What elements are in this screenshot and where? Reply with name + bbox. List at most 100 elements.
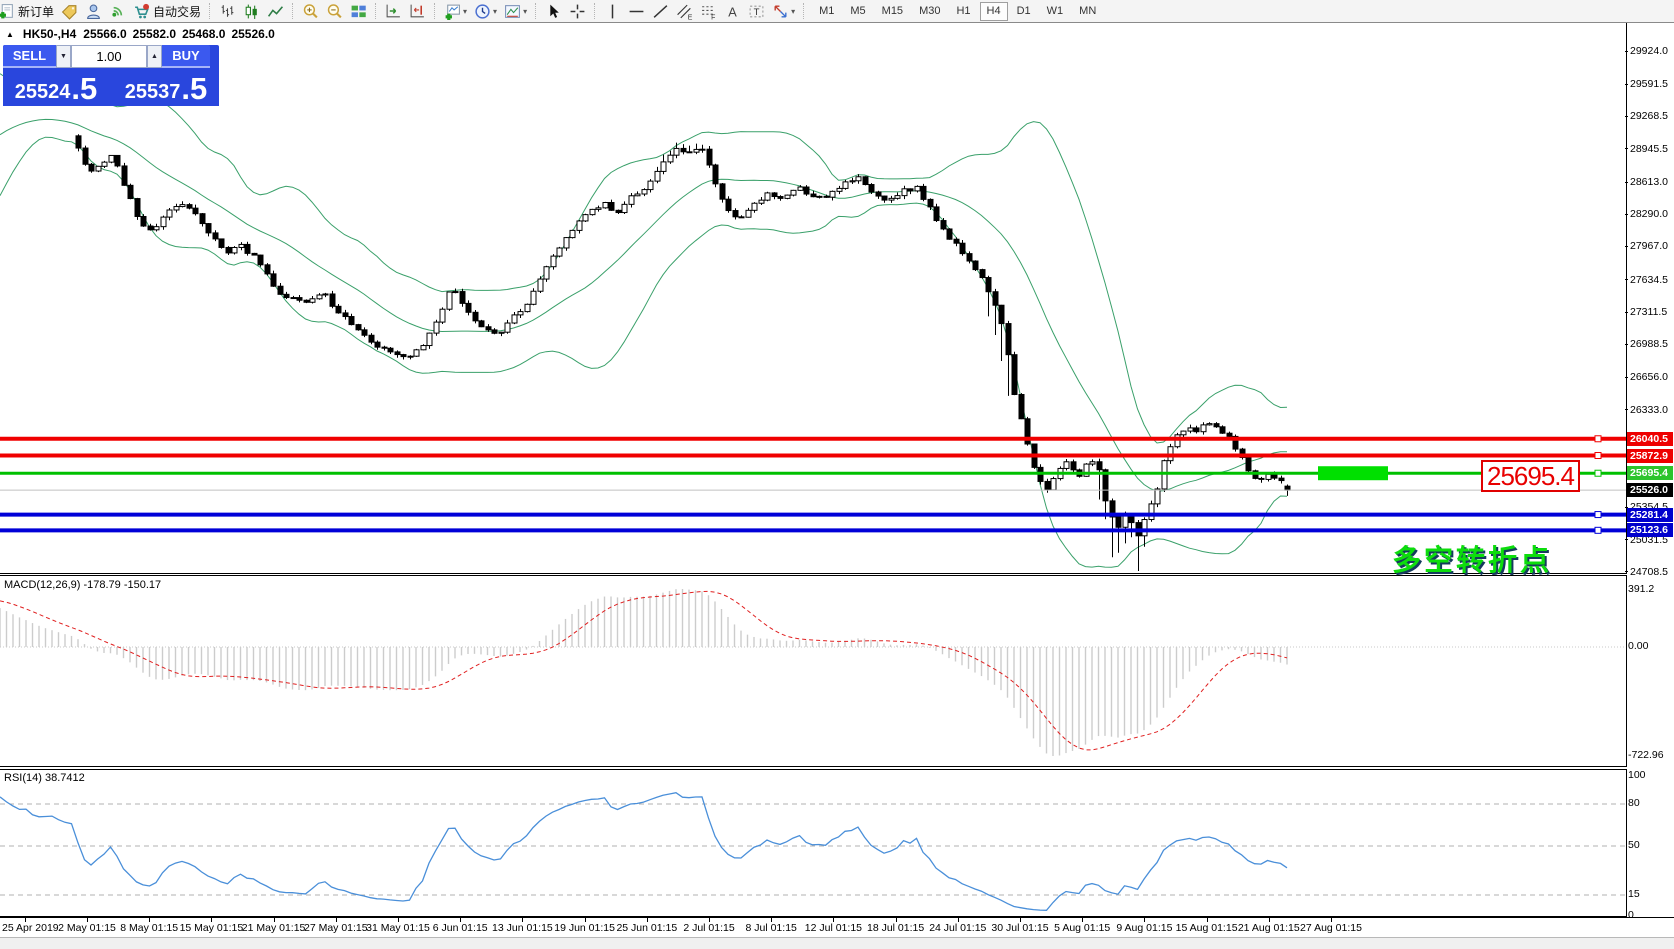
expert-advisor-button[interactable] — [82, 1, 105, 21]
equidistant-channel-button[interactable]: E — [673, 1, 696, 21]
trendline-icon — [652, 3, 669, 20]
zoom-in-button[interactable] — [299, 1, 322, 21]
text-label-button[interactable]: T — [745, 1, 768, 21]
zoom-out-button[interactable] — [323, 1, 346, 21]
timeframe-mn[interactable]: MN — [1072, 2, 1103, 21]
candle-body — [642, 190, 647, 194]
candlestick-chart-button[interactable] — [240, 1, 263, 21]
turning-point-annotation[interactable]: 多空转折点 — [1392, 537, 1552, 579]
line-chart-button[interactable] — [264, 1, 287, 21]
date-axis-label: 25 Apr 2019 — [2, 922, 59, 934]
candle-body — [349, 317, 354, 325]
line-anchor-marker[interactable] — [1595, 453, 1601, 459]
fibonacci-button[interactable]: F — [697, 1, 720, 21]
zoom-out-icon — [326, 3, 343, 20]
horizontal-price-lines[interactable] — [0, 439, 1626, 531]
timeframe-m15[interactable]: M15 — [875, 2, 910, 21]
cursor-button[interactable] — [542, 1, 565, 21]
volume-up-button[interactable]: ▲ — [147, 45, 162, 68]
sell-price-panel[interactable]: 25524 .5 — [3, 68, 109, 106]
macd-pane[interactable] — [0, 575, 1627, 767]
volume-input[interactable] — [71, 45, 147, 68]
new-order-button[interactable]: 新订单 — [0, 1, 57, 21]
timeframe-h4[interactable]: H4 — [980, 2, 1008, 21]
autotrading-button[interactable]: 自动交易 — [130, 1, 204, 21]
toolbar-separator — [209, 3, 211, 19]
timeframe-w1[interactable]: W1 — [1040, 2, 1071, 21]
macd-axis-label: 0.00 — [1628, 640, 1648, 652]
equidistant-channel-icon: E — [676, 3, 693, 20]
candle-body — [850, 181, 855, 182]
candle-body — [785, 195, 790, 198]
candle-body — [109, 155, 114, 162]
horizontal-line-button[interactable] — [625, 1, 648, 21]
candle-body — [375, 342, 380, 347]
candle-body — [1006, 324, 1011, 355]
price-annotation-box[interactable]: 25695.4 — [1481, 460, 1580, 492]
text-button[interactable]: A — [721, 1, 744, 21]
price-axis-tick: 28290.0 — [1628, 208, 1668, 220]
candle-body — [668, 155, 673, 162]
trendline-button[interactable] — [649, 1, 672, 21]
candle-body — [544, 267, 549, 279]
toolbar-separator — [594, 3, 596, 19]
volume-down-button[interactable]: ▼ — [56, 45, 71, 68]
price-tag-button[interactable] — [58, 1, 81, 21]
candle-body — [382, 347, 387, 348]
candle-body — [486, 327, 491, 330]
candle-body — [239, 244, 244, 247]
crosshair-button[interactable] — [566, 1, 589, 21]
date-axis-label: 21 Aug 01:15 — [1238, 922, 1300, 934]
timeframe-h1[interactable]: H1 — [949, 2, 977, 21]
auto-scroll-icon — [385, 3, 402, 20]
main-chart-pane[interactable] — [0, 23, 1627, 574]
line-anchor-marker[interactable] — [1595, 512, 1601, 518]
candle-body — [967, 254, 972, 261]
indicators-button[interactable]: ▾ — [441, 1, 470, 21]
timeframe-m1[interactable]: M1 — [812, 2, 841, 21]
candlestick-chart-icon — [243, 3, 260, 20]
candle-body — [141, 216, 146, 226]
signal-button[interactable] — [106, 1, 129, 21]
buy-price-panel[interactable]: 25537 .5 — [113, 68, 219, 106]
price-line-badge: 26040.5 — [1627, 432, 1673, 446]
vertical-line-button[interactable] — [601, 1, 624, 21]
candle-body — [733, 211, 738, 217]
templates-button[interactable]: ▾ — [501, 1, 530, 21]
candle-body — [122, 166, 127, 185]
candle-body — [518, 312, 523, 315]
timeframe-m5[interactable]: M5 — [843, 2, 872, 21]
tile-windows-button[interactable] — [347, 1, 370, 21]
svg-text:A: A — [728, 4, 737, 19]
timeframe-d1[interactable]: D1 — [1010, 2, 1038, 21]
periods-caret-icon[interactable]: ▾ — [493, 7, 497, 16]
candle-body — [681, 148, 686, 151]
bar-chart-button[interactable] — [216, 1, 239, 21]
arrows-button[interactable]: ▾ — [769, 1, 798, 21]
indicators-icon — [444, 3, 461, 20]
candle-body — [219, 239, 224, 248]
line-anchor-marker[interactable] — [1595, 436, 1601, 442]
collapse-toggle-icon[interactable]: ▲ — [6, 30, 14, 39]
candle-body — [557, 248, 562, 256]
auto-scroll-button[interactable] — [382, 1, 405, 21]
candle-body — [798, 187, 803, 190]
templates-caret-icon[interactable]: ▾ — [523, 7, 527, 16]
chart-window: ▲ HK50-,H4 25566.0 25582.0 25468.0 25526… — [0, 22, 1674, 949]
buy-price: 25537 — [125, 81, 181, 103]
candle-body — [830, 191, 835, 197]
arrows-caret-icon[interactable]: ▾ — [791, 7, 795, 16]
buy-button[interactable]: BUY — [162, 45, 210, 68]
line-anchor-marker[interactable] — [1595, 527, 1601, 533]
indicators-caret-icon[interactable]: ▾ — [463, 7, 467, 16]
periods-button[interactable]: ▾ — [471, 1, 500, 21]
highlight-zone[interactable] — [1318, 466, 1388, 480]
timeframe-m30[interactable]: M30 — [912, 2, 947, 21]
candle-body — [297, 298, 302, 301]
line-anchor-marker[interactable] — [1595, 470, 1601, 476]
candle-body — [941, 221, 946, 229]
chart-shift-button[interactable] — [406, 1, 429, 21]
rsi-pane[interactable] — [0, 769, 1627, 917]
crosshair-icon — [569, 3, 586, 20]
sell-button[interactable]: SELL — [3, 45, 56, 68]
